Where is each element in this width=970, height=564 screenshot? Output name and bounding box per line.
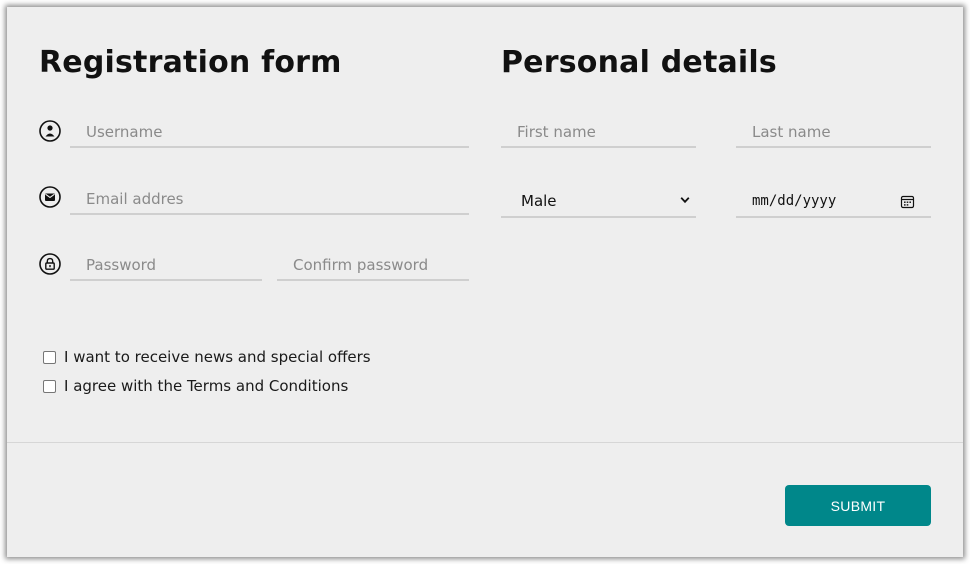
user-icon — [39, 120, 61, 142]
mail-icon — [39, 186, 61, 208]
terms-checkbox-row[interactable]: I agree with the Terms and Conditions — [43, 377, 348, 395]
confirm-password-input[interactable] — [277, 251, 469, 281]
news-checkbox-row[interactable]: I want to receive news and special offer… — [43, 348, 371, 366]
password-input[interactable] — [70, 251, 262, 281]
gender-select[interactable]: Male — [501, 188, 696, 218]
lock-icon — [39, 253, 61, 275]
chevron-down-icon — [680, 197, 690, 204]
birthdate-value: mm/dd/yyyy — [752, 193, 837, 209]
terms-checkbox-label: I agree with the Terms and Conditions — [64, 377, 349, 395]
username-input[interactable] — [70, 118, 469, 148]
gender-select-value: Male — [521, 192, 557, 210]
news-checkbox-label: I want to receive news and special offer… — [64, 348, 371, 366]
birthdate-input[interactable]: mm/dd/yyyy — [736, 188, 931, 218]
footer-divider — [7, 442, 963, 443]
registration-card: Registration form Personal details Male … — [7, 7, 963, 557]
submit-button[interactable]: SUBMIT — [785, 485, 931, 526]
terms-checkbox[interactable] — [43, 379, 56, 393]
personal-details-title: Personal details — [501, 45, 777, 80]
email-input[interactable] — [70, 185, 469, 215]
calendar-icon[interactable] — [900, 194, 915, 209]
last-name-input[interactable] — [736, 118, 931, 148]
registration-title: Registration form — [39, 45, 342, 80]
news-checkbox[interactable] — [43, 350, 56, 364]
first-name-input[interactable] — [501, 118, 696, 148]
